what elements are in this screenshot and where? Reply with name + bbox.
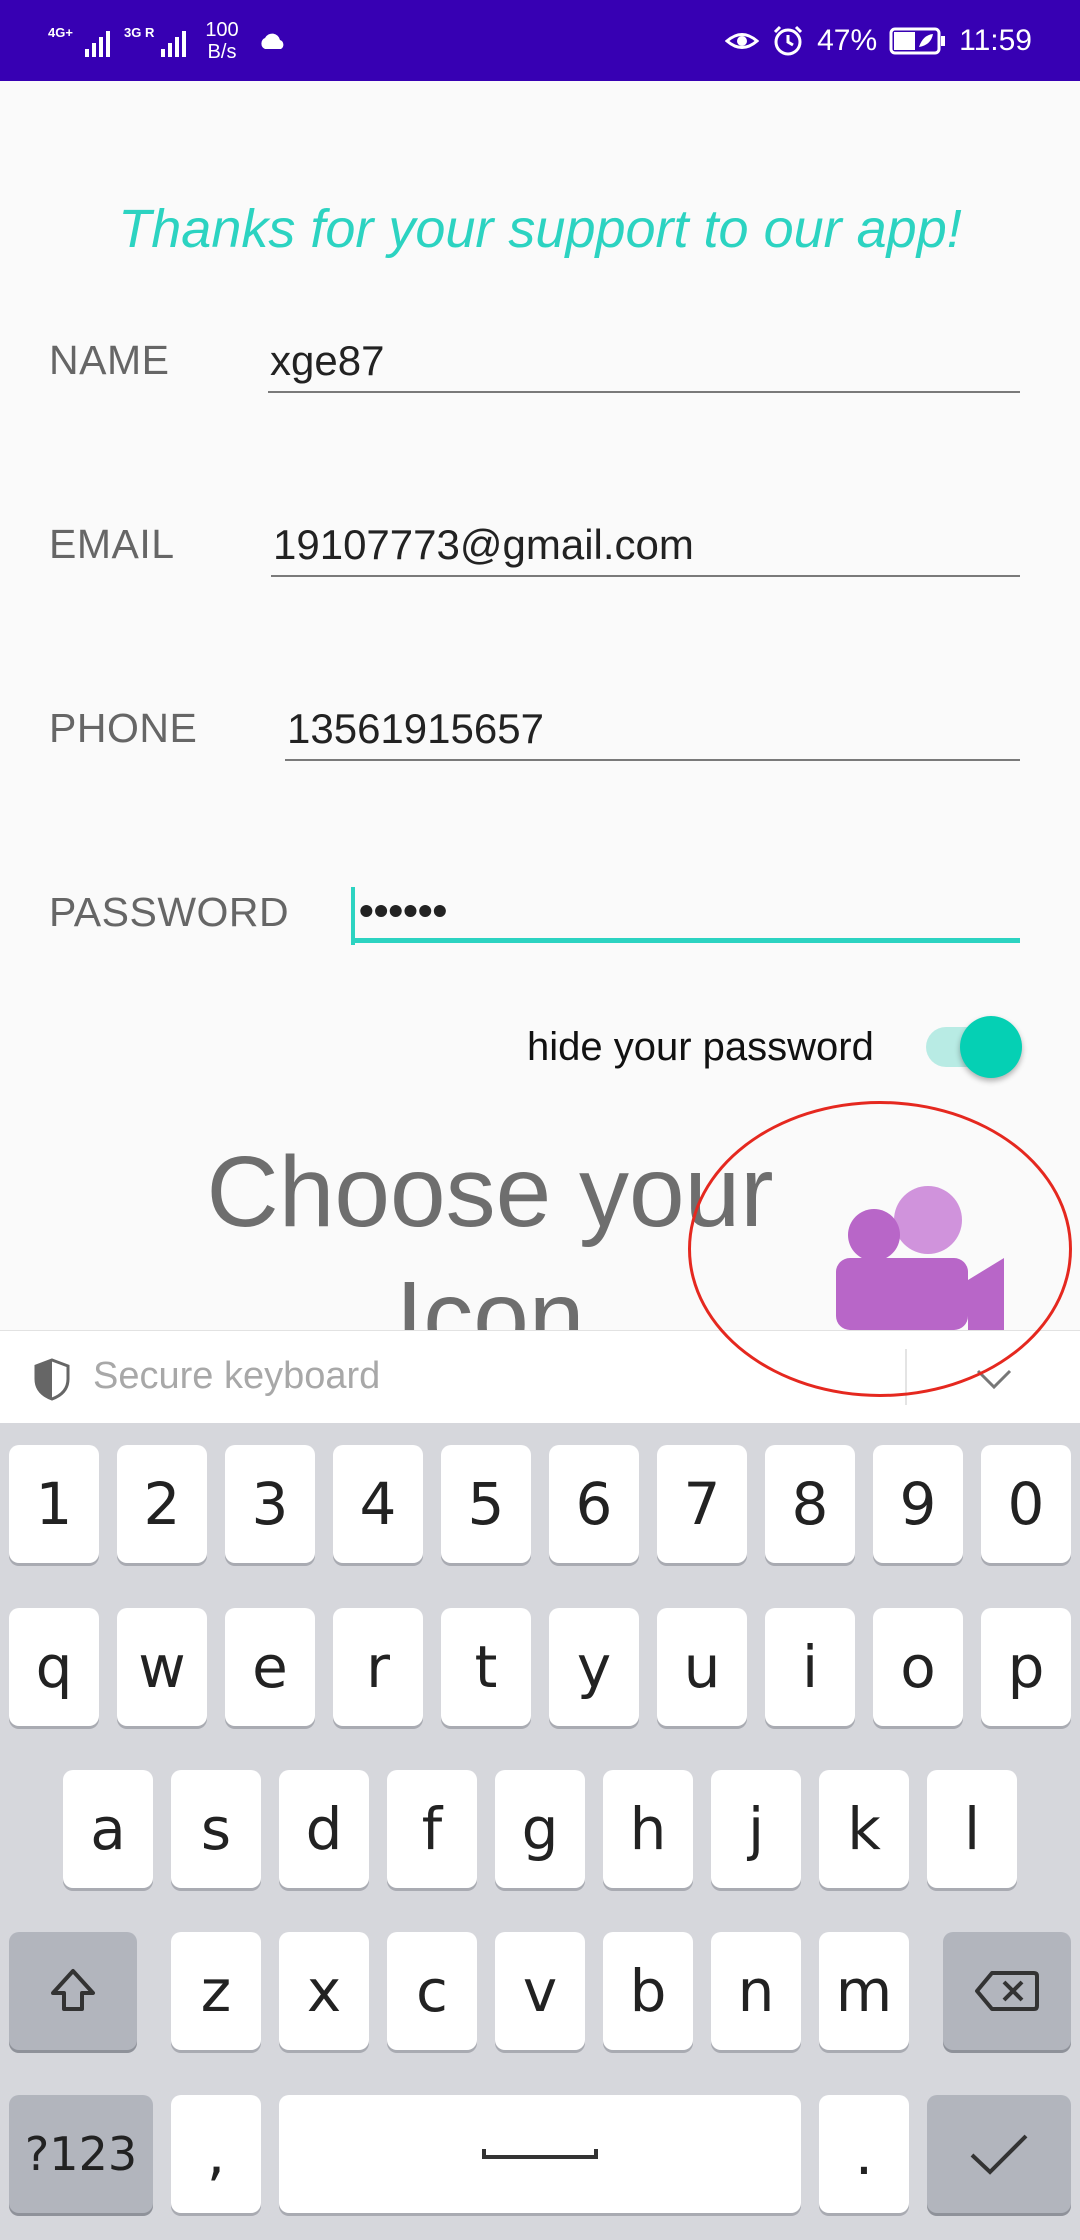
email-label: EMAIL xyxy=(49,521,175,567)
space-icon xyxy=(482,2149,598,2159)
key-x[interactable]: x xyxy=(279,1932,369,2050)
shift-key[interactable] xyxy=(9,1932,137,2050)
key-p[interactable]: p xyxy=(981,1608,1071,1726)
signal-icon: 4G+ xyxy=(48,21,110,61)
name-input[interactable]: xge87 xyxy=(268,333,1020,393)
key-t[interactable]: t xyxy=(441,1608,531,1726)
key-v[interactable]: v xyxy=(495,1932,585,2050)
clock: 11:59 xyxy=(959,24,1032,57)
network-speed: 100 B/s xyxy=(205,19,239,63)
symbols-key[interactable]: ?123 xyxy=(9,2095,153,2213)
key-n[interactable]: n xyxy=(711,1932,801,2050)
network-type-2: 3G R xyxy=(124,25,155,40)
eye-icon xyxy=(725,33,760,49)
battery-icon xyxy=(889,27,946,55)
key-6[interactable]: 6 xyxy=(549,1445,639,1563)
key-3[interactable]: 3 xyxy=(225,1445,315,1563)
key-7[interactable]: 7 xyxy=(657,1445,747,1563)
key-c[interactable]: c xyxy=(387,1932,477,2050)
key-e[interactable]: e xyxy=(225,1608,315,1726)
key-4[interactable]: 4 xyxy=(333,1445,423,1563)
key-1[interactable]: 1 xyxy=(9,1445,99,1563)
password-input[interactable]: •••••• xyxy=(351,883,1020,945)
battery-percent: 47% xyxy=(817,24,878,57)
key-0[interactable]: 0 xyxy=(981,1445,1071,1563)
key-o[interactable]: o xyxy=(873,1608,963,1726)
name-label: NAME xyxy=(49,337,170,383)
text-caret xyxy=(351,887,355,945)
key-j[interactable]: j xyxy=(711,1770,801,1888)
network-type-1: 4G+ xyxy=(48,25,73,40)
key-d[interactable]: d xyxy=(279,1770,369,1888)
key-8[interactable]: 8 xyxy=(765,1445,855,1563)
chevron-down-icon[interactable] xyxy=(974,1365,1014,1393)
backspace-key[interactable] xyxy=(943,1932,1071,2050)
thanks-heading: Thanks for your support to our app! xyxy=(118,199,962,259)
screen: { "status_bar": { "network1": "4G+", "ne… xyxy=(0,0,1080,2240)
keyboard-toolbar: Secure keyboard xyxy=(0,1330,1080,1423)
enter-key[interactable] xyxy=(927,2095,1071,2213)
key-f[interactable]: f xyxy=(387,1770,477,1888)
key-l[interactable]: l xyxy=(927,1770,1017,1888)
hide-password-toggle[interactable] xyxy=(960,1016,1022,1078)
shield-icon xyxy=(34,1358,70,1401)
key-y[interactable]: y xyxy=(549,1608,639,1726)
comma-key[interactable]: , xyxy=(171,2095,261,2213)
alarm-icon xyxy=(774,25,803,56)
status-left: 4G+ 3G R 100 B/s xyxy=(48,14,288,68)
email-input[interactable]: 19107773@gmail.com xyxy=(271,517,1020,577)
key-q[interactable]: q xyxy=(9,1608,99,1726)
password-dots: •••••• xyxy=(359,887,448,934)
key-z[interactable]: z xyxy=(171,1932,261,2050)
keyboard: 1 2 3 4 5 6 7 8 9 0 q w e r t y u i o p … xyxy=(0,1423,1080,2240)
status-bar: 4G+ 3G R 100 B/s 47% 11:59 xyxy=(0,0,1080,81)
secure-keyboard-label: Secure keyboard xyxy=(93,1355,381,1397)
key-r[interactable]: r xyxy=(333,1608,423,1726)
key-a[interactable]: a xyxy=(63,1770,153,1888)
key-m[interactable]: m xyxy=(819,1932,909,2050)
checkmark-icon xyxy=(970,2134,1028,2175)
key-h[interactable]: h xyxy=(603,1770,693,1888)
key-5[interactable]: 5 xyxy=(441,1445,531,1563)
key-w[interactable]: w xyxy=(117,1608,207,1726)
phone-input[interactable]: 13561915657 xyxy=(285,701,1020,761)
status-right: 47% 11:59 xyxy=(725,14,1032,68)
choose-icon-heading: Choose your Icon xyxy=(206,1136,774,1330)
key-k[interactable]: k xyxy=(819,1770,909,1888)
key-u[interactable]: u xyxy=(657,1608,747,1726)
signal-icon-2: 3G R xyxy=(124,21,186,61)
toolbar-divider xyxy=(905,1349,907,1405)
cloud-icon xyxy=(261,33,284,49)
hide-password-label: hide your password xyxy=(527,1025,874,1069)
key-2[interactable]: 2 xyxy=(117,1445,207,1563)
space-key[interactable] xyxy=(279,2095,801,2213)
key-i[interactable]: i xyxy=(765,1608,855,1726)
backspace-icon xyxy=(975,1971,1039,2011)
period-key[interactable]: . xyxy=(819,2095,909,2213)
phone-label: PHONE xyxy=(49,705,198,751)
key-g[interactable]: g xyxy=(495,1770,585,1888)
video-camera-icon[interactable] xyxy=(832,1180,1012,1330)
key-b[interactable]: b xyxy=(603,1932,693,2050)
key-s[interactable]: s xyxy=(171,1770,261,1888)
password-label: PASSWORD xyxy=(49,889,290,935)
key-9[interactable]: 9 xyxy=(873,1445,963,1563)
shift-icon xyxy=(51,1969,95,2011)
